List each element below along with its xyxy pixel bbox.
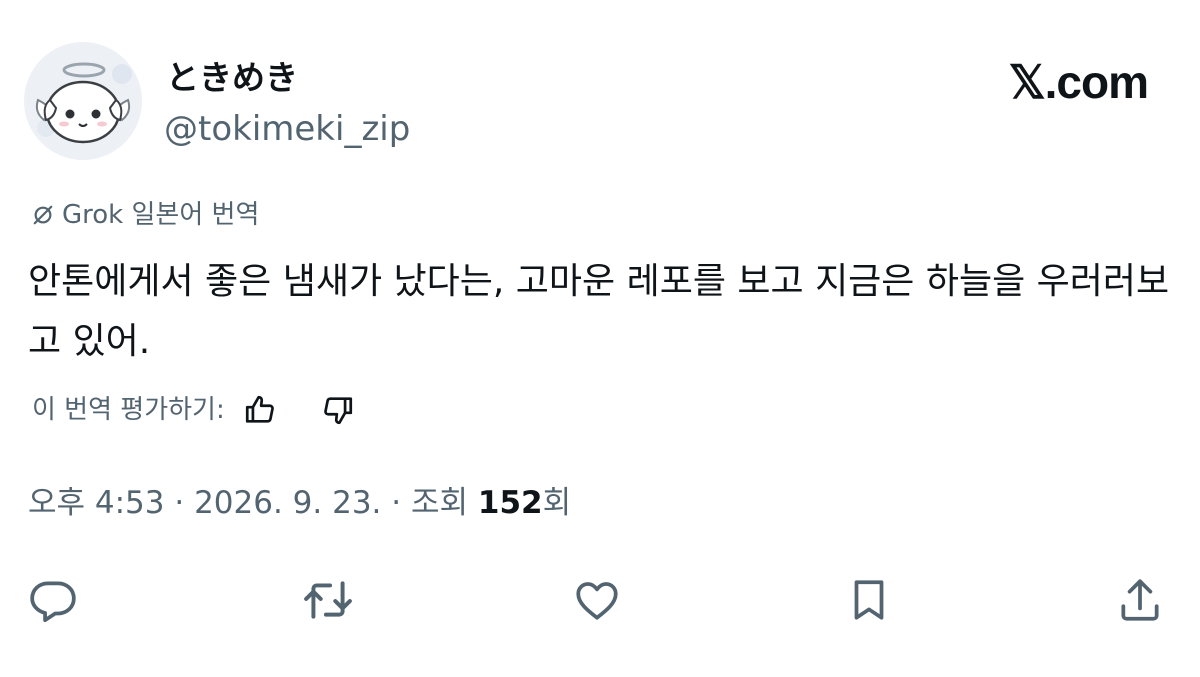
retweet-icon xyxy=(304,581,352,619)
like-icon xyxy=(576,582,618,620)
tweet-date[interactable]: 2026. 9. 23. xyxy=(194,485,381,521)
views-prefix: 조회 xyxy=(410,485,478,521)
reply-button[interactable] xyxy=(27,574,79,626)
translation-rating: 이 번역 평가하기: xyxy=(32,392,355,428)
thumbs-down-icon xyxy=(323,397,352,425)
thumbs-up-icon xyxy=(245,395,274,423)
meta-separator: · xyxy=(164,485,195,521)
avatar[interactable] xyxy=(24,42,142,160)
meta-separator: · xyxy=(381,485,411,521)
tweet-text: 안톤에게서 좋은 냄새가 났다는, 고마운 레포를 보고 지금은 하늘을 우러러… xyxy=(28,261,1170,362)
translation-label-text: Grok 일본어 번역 xyxy=(62,200,260,230)
views-count[interactable]: 152 xyxy=(478,485,543,521)
views-suffix: 회 xyxy=(542,485,572,521)
bookmark-button[interactable] xyxy=(843,574,895,626)
author-display-name[interactable]: ときめき xyxy=(166,58,298,98)
thumbs-up-button[interactable] xyxy=(243,393,277,427)
avatar-image xyxy=(24,42,142,160)
tweet-meta: 오후 4:53 · 2026. 9. 23. · 조회 152회 xyxy=(28,482,571,524)
share-button[interactable] xyxy=(1114,574,1166,626)
like-button[interactable] xyxy=(571,574,623,626)
grok-icon xyxy=(33,205,53,225)
retweet-button[interactable] xyxy=(302,574,354,626)
tweet-time[interactable]: 오후 4:53 xyxy=(28,485,165,521)
rating-prompt: 이 번역 평가하기: xyxy=(32,395,225,425)
reply-icon xyxy=(30,581,76,623)
bookmark-icon xyxy=(854,580,884,620)
x-logo: 𝕏.com xyxy=(1008,56,1149,108)
thumbs-down-button[interactable] xyxy=(321,393,355,427)
share-icon xyxy=(1121,579,1159,621)
translation-label: Grok 일본어 번역 xyxy=(32,198,259,232)
author-handle[interactable]: @tokimeki_zip xyxy=(164,107,410,151)
